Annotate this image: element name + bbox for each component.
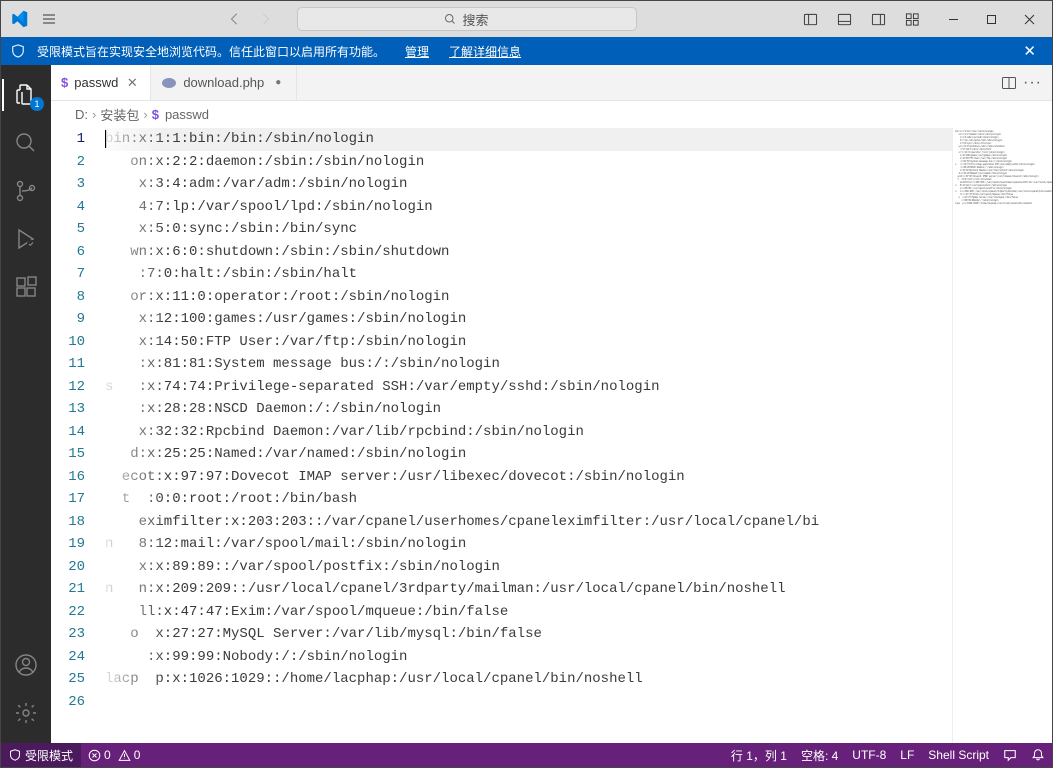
minimap-content: bin:x:1:1:bin:/bin:/sbin/nologin on:x:2:… [953,128,1052,207]
layout-bottom-icon[interactable] [828,3,860,35]
customize-layout-icon[interactable] [896,3,928,35]
crumb-item[interactable]: D: [75,107,88,122]
activity-bar: 1 [1,65,51,743]
explorer-activity[interactable]: 1 [2,73,50,117]
code-line[interactable]: 22 ll:x:47:47:Exim:/var/spool/mqueue:/bi… [51,601,952,624]
minimize-button[interactable] [934,3,972,35]
code-line[interactable]: 3 x:3:4:adm:/var/adm:/sbin/nologin [51,173,952,196]
code-line[interactable]: 5 x:5:0:sync:/sbin:/bin/sync [51,218,952,241]
crumb-item[interactable]: 安装包 [100,105,139,124]
cursor-position-status[interactable]: 行 1，列 1 [724,747,794,764]
indentation-status[interactable]: 空格: 4 [794,747,845,764]
layout-left-icon[interactable] [794,3,826,35]
notifications-status[interactable] [1024,748,1052,762]
restricted-mode-status[interactable]: 受限模式 [1,743,81,767]
code-line[interactable]: 2 on:x:2:2:daemon:/sbin:/sbin/nologin [51,151,952,174]
layout-right-icon[interactable] [862,3,894,35]
tab-passwd[interactable]: $ passwd ✕ [51,65,151,100]
tab-download-php[interactable]: download.php [151,65,297,100]
settings-activity[interactable] [2,691,50,735]
code-line[interactable]: 8 or:x:11:0:operator:/root:/sbin/nologin [51,286,952,309]
tab-close-button[interactable]: ✕ [124,75,140,91]
eol-status[interactable]: LF [893,748,921,762]
shell-file-icon: $ [61,75,68,90]
tab-dirty-indicator [270,77,286,88]
status-bar: 受限模式 0 0 行 1，列 1 空格: 4 UTF-8 LF Shell Sc… [1,743,1052,767]
code-line[interactable]: 17 t :0:0:root:/root:/bin/bash [51,488,952,511]
search-icon [444,13,456,25]
code-editor[interactable]: 1bin:x:1:1:bin:/bin:/sbin/nologin2 on:x:… [51,128,952,743]
code-line[interactable]: 9 x:12:100:games:/usr/games:/sbin/nologi… [51,308,952,331]
code-line[interactable]: 15 d:x:25:25:Named:/var/named:/sbin/nolo… [51,443,952,466]
code-line[interactable]: 7 :7:0:halt:/sbin:/sbin/halt [51,263,952,286]
code-line[interactable]: 23 o x:27:27:MySQL Server:/var/lib/mysql… [51,623,952,646]
accounts-activity[interactable] [2,643,50,687]
encoding-status[interactable]: UTF-8 [845,748,893,762]
crumb-file[interactable]: passwd [165,107,209,122]
code-line[interactable]: 4 4:7:lp:/var/spool/lpd:/sbin/nologin [51,196,952,219]
code-line[interactable]: 25lacp p:x:1026:1029::/home/lacphap:/usr… [51,668,952,691]
code-line[interactable]: 18 eximfilter:x:203:203::/var/cpanel/use… [51,511,952,534]
code-line[interactable]: 1bin:x:1:1:bin:/bin:/sbin/nologin [51,128,952,151]
code-line[interactable]: 14 x:32:32:Rpcbind Daemon:/var/lib/rpcbi… [51,421,952,444]
code-line[interactable]: 26 [51,691,952,714]
code-line[interactable]: 13 :x:28:28:NSCD Daemon:/:/sbin/nologin [51,398,952,421]
feedback-icon [1003,748,1017,762]
app-menu-button[interactable] [33,3,65,35]
php-file-icon [161,77,177,89]
warning-icon [118,749,131,762]
error-icon [88,749,101,762]
banner-manage-link[interactable]: 管理 [405,43,429,60]
global-search-box[interactable]: 搜索 [297,7,637,31]
editor-group: $ passwd ✕ download.php ··· [51,65,1052,743]
extensions-activity[interactable] [2,265,50,309]
code-line[interactable]: 20 x:x:89:89::/var/spool/postfix:/sbin/n… [51,556,952,579]
more-actions-button[interactable]: ··· [1023,74,1042,92]
title-bar: 搜索 [1,1,1052,37]
code-line[interactable]: 11 :x:81:81:System message bus:/:/sbin/n… [51,353,952,376]
vscode-logo [5,5,33,33]
restricted-mode-banner: 受限模式旨在实现安全地浏览代码。信任此窗口以启用所有功能。 管理 了解详细信息 … [1,37,1052,65]
run-debug-activity[interactable] [2,217,50,261]
explorer-badge: 1 [30,97,44,111]
code-line[interactable]: 6 wn:x:6:0:shutdown:/sbin:/sbin/shutdown [51,241,952,264]
maximize-button[interactable] [972,3,1010,35]
bell-icon [1031,748,1045,762]
nav-forward-button[interactable] [253,7,277,31]
breadcrumbs[interactable]: D: › 安装包 › $ passwd [51,101,1052,128]
banner-close-button[interactable]: ✕ [1017,42,1042,60]
chevron-right-icon: › [143,107,147,122]
feedback-status[interactable] [996,748,1024,762]
scm-activity[interactable] [2,169,50,213]
minimap[interactable]: bin:x:1:1:bin:/bin:/sbin/nologin on:x:2:… [952,128,1052,743]
code-line[interactable]: 21n n:x:209:209::/usr/local/cpanel/3rdpa… [51,578,952,601]
language-mode-status[interactable]: Shell Script [921,748,996,762]
nav-back-button[interactable] [223,7,247,31]
tab-label: download.php [183,75,264,90]
tab-label: passwd [74,75,118,90]
shell-file-icon: $ [152,107,159,122]
code-line[interactable]: 12s :x:74:74:Privilege-separated SSH:/va… [51,376,952,399]
shield-icon [9,749,21,761]
banner-text: 受限模式旨在实现安全地浏览代码。信任此窗口以启用所有功能。 [37,43,385,60]
search-placeholder: 搜索 [462,10,488,29]
close-window-button[interactable] [1010,3,1048,35]
problems-status[interactable]: 0 0 [81,748,147,762]
search-activity[interactable] [2,121,50,165]
code-line[interactable]: 16 ecot:x:97:97:Dovecot IMAP server:/usr… [51,466,952,489]
code-line[interactable]: 24 :x:99:99:Nobody:/:/sbin/nologin [51,646,952,669]
editor-tabs: $ passwd ✕ download.php ··· [51,65,1052,101]
code-line[interactable]: 10 x:14:50:FTP User:/var/ftp:/sbin/nolog… [51,331,952,354]
chevron-right-icon: › [92,107,96,122]
code-line[interactable]: 19n 8:12:mail:/var/spool/mail:/sbin/nolo… [51,533,952,556]
shield-icon [11,44,25,58]
split-editor-button[interactable] [1001,75,1017,91]
banner-learn-link[interactable]: 了解详细信息 [449,43,521,60]
